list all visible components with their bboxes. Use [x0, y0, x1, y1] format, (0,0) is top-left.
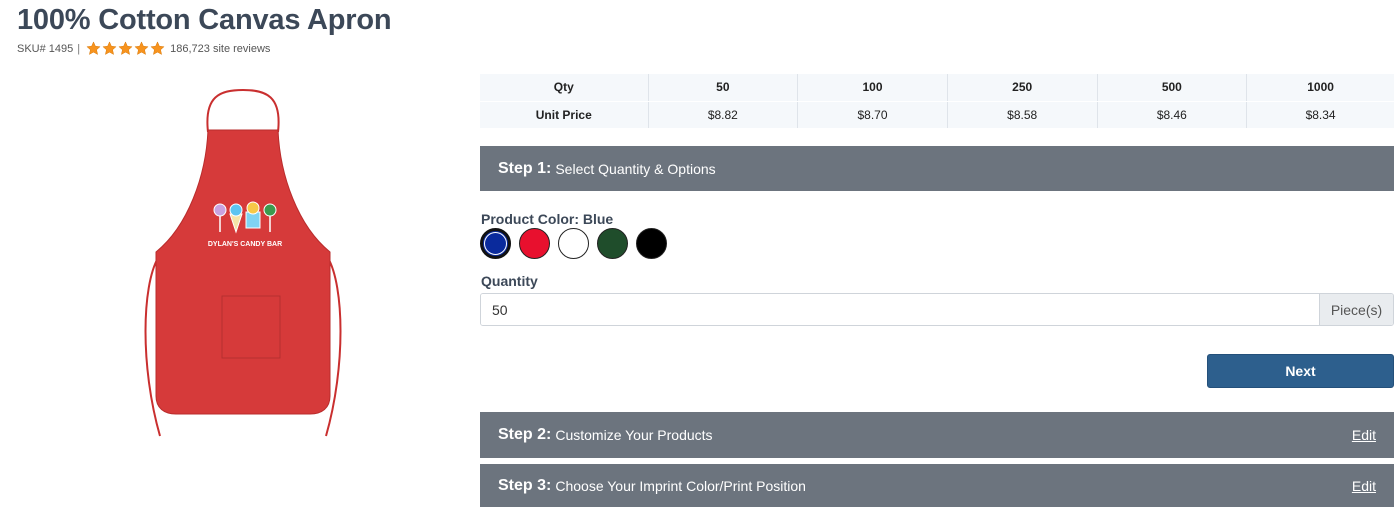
apron-image: DYLAN'S CANDY BAR — [144, 88, 342, 437]
color-swatches — [480, 228, 667, 259]
qty-row: Qty 50 100 250 500 1000 — [480, 74, 1394, 102]
step-3-edit-link[interactable]: Edit — [1352, 478, 1376, 494]
next-button[interactable]: Next — [1207, 354, 1394, 388]
star-icon — [150, 41, 165, 56]
step-label: Choose Your Imprint Color/Print Position — [555, 477, 806, 494]
quantity-label: Quantity — [481, 273, 538, 289]
qty-header: Qty — [480, 74, 648, 102]
step-2-header[interactable]: Step 2: Customize Your Products Edit — [480, 412, 1394, 458]
price-cell: $8.34 — [1246, 101, 1394, 128]
price-cell: $8.70 — [797, 101, 948, 128]
product-meta: SKU# 1495 | 186,723 site reviews — [17, 41, 270, 56]
qty-cell: 500 — [1096, 74, 1247, 102]
svg-text:DYLAN'S CANDY BAR: DYLAN'S CANDY BAR — [208, 241, 282, 248]
qty-cell: 50 — [647, 74, 798, 102]
star-icon — [134, 41, 149, 56]
star-icon — [102, 41, 117, 56]
qty-cell: 250 — [946, 74, 1098, 102]
product-color-label: Product Color: Blue — [481, 211, 614, 227]
step-2-edit-link[interactable]: Edit — [1352, 427, 1376, 443]
reviews-link[interactable]: 186,723 site reviews — [170, 43, 270, 55]
price-cell: $8.82 — [647, 101, 798, 128]
page-title: 100% Cotton Canvas Apron — [17, 4, 392, 36]
color-swatch-blue[interactable] — [480, 228, 511, 259]
step-number: Step 3: — [498, 476, 552, 494]
star-icon — [86, 41, 101, 56]
quantity-group: Piece(s) — [480, 293, 1394, 326]
separator: | — [77, 42, 81, 55]
rating-stars[interactable] — [86, 41, 165, 56]
qty-cell: 100 — [797, 74, 948, 102]
price-header: Unit Price — [480, 101, 648, 128]
price-table: Qty 50 100 250 500 1000 Unit Price $8.82… — [480, 74, 1394, 128]
step-3-header[interactable]: Step 3: Choose Your Imprint Color/Print … — [480, 464, 1394, 507]
quantity-unit: Piece(s) — [1319, 294, 1393, 325]
color-swatch-green[interactable] — [597, 228, 628, 259]
product-image: DYLAN'S CANDY BAR — [128, 86, 358, 441]
qty-cell: 1000 — [1246, 74, 1394, 102]
price-cell: $8.46 — [1096, 101, 1247, 128]
color-swatch-white[interactable] — [558, 228, 589, 259]
step-number: Step 2: — [498, 426, 552, 443]
color-swatch-red[interactable] — [519, 228, 550, 259]
step-label: Customize Your Products — [555, 427, 713, 443]
star-icon — [118, 41, 133, 56]
sku: SKU# 1495 — [17, 42, 74, 55]
price-cell: $8.58 — [946, 101, 1098, 128]
quantity-input[interactable] — [481, 294, 1319, 325]
step-number: Step 1: — [498, 159, 552, 177]
step-1-header[interactable]: Step 1: Select Quantity & Options — [480, 146, 1394, 191]
step-label: Select Quantity & Options — [555, 160, 716, 177]
color-swatch-black[interactable] — [636, 228, 667, 259]
price-row: Unit Price $8.82 $8.70 $8.58 $8.46 $8.34 — [480, 101, 1394, 128]
